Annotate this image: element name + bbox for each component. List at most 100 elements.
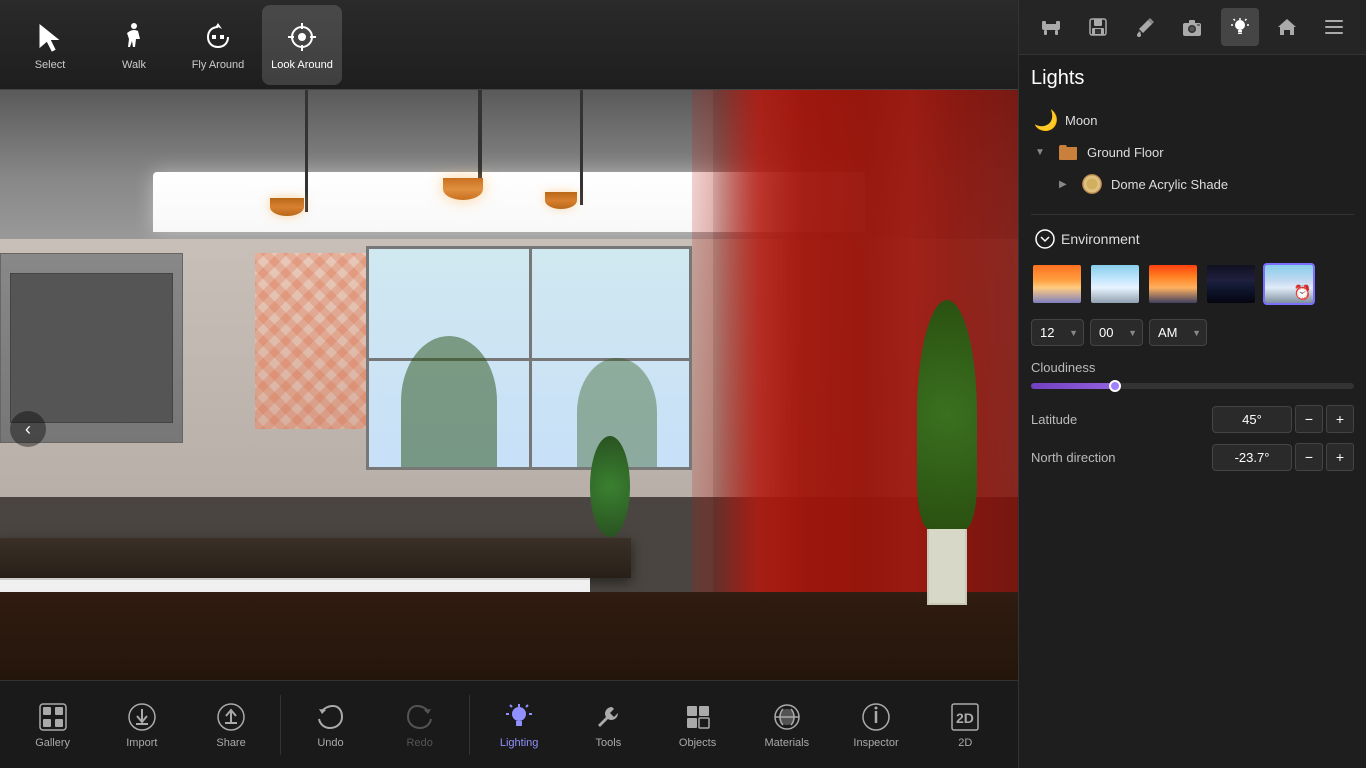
hour-select-wrap: 1234 5678 9101112	[1031, 319, 1084, 346]
minute-select[interactable]: 00153045	[1090, 319, 1143, 346]
env-preset-custom-visual: ⏰	[1265, 265, 1313, 303]
pendant-wire-2	[305, 90, 308, 212]
dome-icon	[1081, 173, 1103, 195]
inspector-button[interactable]: Inspector	[836, 685, 916, 765]
light-item-ground-floor[interactable]: ▼ Ground Floor	[1031, 136, 1354, 168]
ampm-select[interactable]: AMPM	[1149, 319, 1207, 346]
right-panel: Lights 🌙 Moon ▼ Ground Floor ▶	[1018, 0, 1366, 768]
toolbar-divider-2	[469, 695, 470, 755]
import-button[interactable]: Import	[102, 685, 182, 765]
light-tree: 🌙 Moon ▼ Ground Floor ▶	[1031, 104, 1354, 200]
panel-camera-btn[interactable]	[1173, 8, 1211, 46]
import-label: Import	[126, 737, 157, 749]
env-preset-sunset-visual	[1149, 265, 1197, 303]
panel-list-btn[interactable]	[1315, 8, 1353, 46]
look-around-tool-button[interactable]: Look Around	[262, 5, 342, 85]
folder-icon	[1057, 141, 1079, 163]
env-preset-sunset[interactable]	[1147, 263, 1199, 305]
viewport[interactable]: ‹	[0, 90, 1018, 768]
tools-button[interactable]: Tools	[568, 685, 648, 765]
share-button[interactable]: Share	[191, 685, 271, 765]
pendant-shade	[443, 178, 483, 200]
share-label: Share	[216, 737, 245, 749]
cloudiness-slider-thumb[interactable]	[1109, 380, 1121, 392]
undo-button[interactable]: Undo	[290, 685, 370, 765]
ground-floor-expand-icon: ▼	[1035, 147, 1049, 158]
latitude-input[interactable]	[1212, 406, 1292, 433]
environment-presets: ⏰	[1031, 263, 1354, 305]
lighting-button[interactable]: Lighting	[479, 685, 559, 765]
light-item-dome-label: Dome Acrylic Shade	[1111, 177, 1228, 192]
pendant-wire-3	[580, 90, 583, 205]
time-controls: 1234 5678 9101112 00153045 AMPM	[1031, 319, 1354, 346]
objects-label: Objects	[679, 737, 716, 749]
scene-window	[366, 246, 692, 470]
nav-back-arrow[interactable]: ‹	[10, 411, 46, 447]
environment-collapse-icon	[1035, 229, 1055, 249]
pendant-shade-3	[545, 192, 577, 209]
panel-save-btn[interactable]	[1079, 8, 1117, 46]
panel-home-btn[interactable]	[1268, 8, 1306, 46]
panel-furniture-btn[interactable]	[1032, 8, 1070, 46]
look-around-tool-label: Look Around	[271, 59, 333, 71]
latitude-increase-btn[interactable]: +	[1326, 405, 1354, 433]
env-preset-dawn-visual	[1033, 265, 1081, 303]
inspector-label: Inspector	[853, 737, 898, 749]
walk-tool-label: Walk	[122, 59, 146, 71]
redo-label: Redo	[407, 737, 433, 749]
select-tool-label: Select	[35, 59, 66, 71]
panel-icon-toolbar	[1019, 0, 1366, 55]
env-preset-day[interactable]	[1089, 263, 1141, 305]
lighting-label: Lighting	[500, 737, 539, 749]
latitude-decrease-btn[interactable]: −	[1295, 405, 1323, 433]
light-item-moon-label: Moon	[1065, 113, 1098, 128]
gallery-button[interactable]: Gallery	[13, 685, 93, 765]
env-preset-custom[interactable]: ⏰	[1263, 263, 1315, 305]
env-preset-day-visual	[1091, 265, 1139, 303]
gallery-label: Gallery	[35, 737, 70, 749]
panel-content-area: Lights 🌙 Moon ▼ Ground Floor ▶	[1019, 55, 1366, 768]
cloudiness-label: Cloudiness	[1031, 360, 1354, 375]
cloudiness-slider-fill	[1031, 383, 1112, 389]
north-direction-decrease-btn[interactable]: −	[1295, 443, 1323, 471]
north-direction-row: North direction − +	[1031, 443, 1354, 471]
toolbar-divider-1	[280, 695, 281, 755]
panel-title: Lights	[1031, 67, 1354, 90]
svg-text:2D: 2D	[956, 710, 974, 726]
fly-around-tool-button[interactable]: Fly Around	[178, 5, 258, 85]
light-item-dome[interactable]: ▶ Dome Acrylic Shade	[1031, 168, 1354, 200]
hour-select[interactable]: 1234 5678 9101112	[1031, 319, 1084, 346]
pendant-wire	[478, 90, 482, 192]
walk-tool-button[interactable]: Walk	[94, 5, 174, 85]
objects-button[interactable]: Objects	[658, 685, 738, 765]
north-direction-increase-btn[interactable]: +	[1326, 443, 1354, 471]
north-direction-input[interactable]	[1212, 444, 1292, 471]
cloudiness-slider-track[interactable]	[1031, 383, 1354, 389]
tools-label: Tools	[596, 737, 622, 749]
env-preset-night-visual	[1207, 265, 1255, 303]
2d-button[interactable]: 2D 2D	[925, 685, 1005, 765]
bottom-toolbar: Gallery Import Share Undo	[0, 680, 1018, 768]
section-divider	[1031, 214, 1354, 215]
redo-button[interactable]: Redo	[380, 685, 460, 765]
panel-light-btn[interactable]	[1221, 8, 1259, 46]
select-tool-button[interactable]: Select	[10, 5, 90, 85]
top-toolbar: Select Walk Fly Around Look Around	[0, 0, 1018, 90]
latitude-row: Latitude − +	[1031, 405, 1354, 433]
light-item-moon[interactable]: 🌙 Moon	[1031, 104, 1354, 136]
moon-icon: 🌙	[1035, 109, 1057, 131]
materials-button[interactable]: Materials	[747, 685, 827, 765]
latitude-input-group: − +	[1212, 405, 1354, 433]
environment-label: Environment	[1061, 231, 1140, 247]
ampm-select-wrap: AMPM	[1149, 319, 1207, 346]
latitude-label: Latitude	[1031, 412, 1077, 427]
scene-small-plant	[590, 436, 630, 538]
env-preset-dawn[interactable]	[1031, 263, 1083, 305]
panel-paint-btn[interactable]	[1126, 8, 1164, 46]
minute-select-wrap: 00153045	[1090, 319, 1143, 346]
environment-header[interactable]: Environment	[1031, 223, 1354, 255]
north-direction-input-group: − +	[1212, 443, 1354, 471]
undo-label: Undo	[317, 737, 343, 749]
env-preset-night[interactable]	[1205, 263, 1257, 305]
dome-expand-icon: ▶	[1059, 179, 1073, 190]
